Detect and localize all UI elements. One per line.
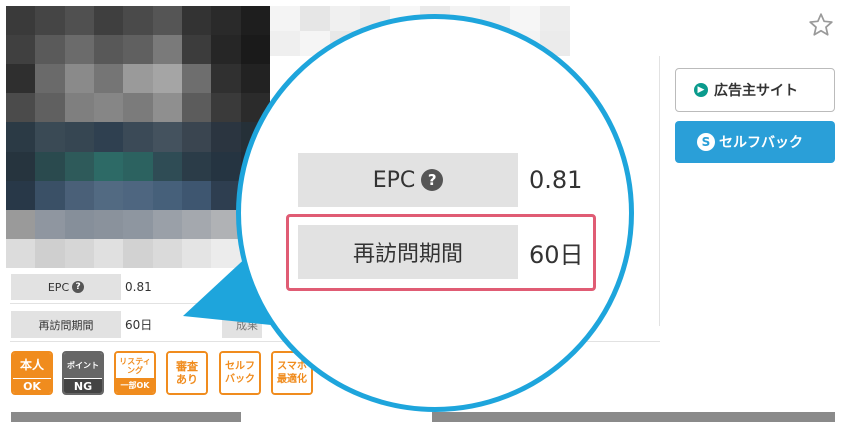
highlight-box bbox=[286, 214, 596, 291]
magnified-epc-label: EPC bbox=[372, 167, 416, 193]
help-icon: ? bbox=[421, 169, 444, 191]
magnified-epc-label-cell: EPC ? bbox=[298, 153, 518, 207]
magnifier-lens: EPC ? 0.81 再訪問期間 60日 bbox=[236, 14, 634, 412]
magnified-epc-value: 0.81 bbox=[529, 166, 583, 194]
